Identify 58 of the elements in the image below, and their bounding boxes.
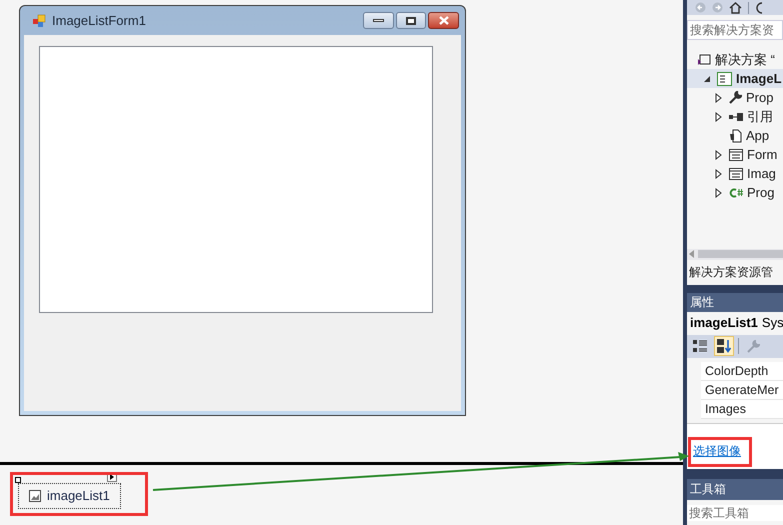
categorized-icon	[693, 340, 707, 353]
component-label: imageList1	[47, 487, 110, 506]
search-field[interactable]: 搜索解决方案资	[687, 20, 783, 40]
config-file-icon	[729, 128, 742, 143]
tree-label: App	[746, 127, 770, 146]
horizontal-scrollbar[interactable]	[687, 248, 783, 260]
tree-item[interactable]: 引用	[687, 107, 783, 126]
maximize-button[interactable]	[396, 12, 426, 29]
highlight-frame	[688, 437, 752, 467]
tree-item[interactable]: Prop	[687, 88, 783, 108]
property-name[interactable]: GenerateMer	[701, 380, 783, 400]
panel-title: 工具箱	[690, 481, 726, 498]
wrench-icon	[746, 340, 760, 353]
selection-handle[interactable]	[15, 477, 21, 483]
toolbar-button[interactable]	[714, 336, 734, 356]
tree-label: Prog	[747, 184, 774, 202]
tree-item[interactable]: Imag	[687, 164, 783, 184]
tray-component[interactable]: imageList1	[18, 483, 121, 509]
tree-item[interactable]: Form	[687, 145, 783, 164]
tree-item[interactable]: ImageL	[687, 69, 783, 88]
close-icon	[438, 16, 450, 25]
property-name[interactable]: ColorDepth	[701, 362, 783, 381]
expand-arrow-icon[interactable]	[715, 112, 722, 122]
tree-label: ImageL	[736, 70, 782, 88]
property-name[interactable]: Images	[701, 400, 783, 419]
close-button[interactable]	[428, 12, 459, 29]
solution-icon	[697, 54, 711, 66]
tree-label: 引用	[747, 108, 773, 126]
panel-title: 属性	[690, 294, 714, 312]
choose-images-link[interactable]: 选择图像	[693, 444, 741, 458]
expand-arrow-icon[interactable]	[715, 92, 722, 103]
form-file-icon	[729, 168, 743, 180]
tree-label: 解决方案 “	[715, 51, 775, 70]
object-type: Sys	[762, 314, 783, 332]
expand-arrow-icon[interactable]	[715, 168, 722, 179]
tree-label: Form	[747, 146, 778, 164]
tree-label: Prop	[746, 89, 774, 108]
search-field[interactable]: 搜索工具箱	[687, 504, 783, 521]
minimize-button[interactable]	[363, 12, 394, 29]
collapse-arrow-icon[interactable]	[703, 74, 711, 83]
csharp-project-icon	[717, 72, 732, 86]
home-icon[interactable]	[729, 2, 742, 14]
form-file-icon	[729, 148, 743, 161]
sort-az-icon	[716, 338, 732, 354]
window-title: ImageListForm1	[52, 12, 147, 30]
scrollbar-thumb[interactable]	[698, 250, 783, 258]
tree-item[interactable]: App	[687, 126, 783, 146]
expand-arrow-icon[interactable]	[715, 150, 722, 160]
tree-label: Imag	[747, 165, 776, 184]
csharp-file-icon	[729, 188, 743, 198]
tree-item[interactable]: Prog	[687, 183, 783, 202]
wrench-icon	[729, 91, 742, 104]
form-app-icon	[32, 14, 48, 28]
expand-arrow-icon[interactable]	[715, 188, 722, 198]
object-name: imageList1	[690, 314, 758, 332]
image-list-icon	[29, 490, 41, 502]
tree-item[interactable]: 解决方案 “	[687, 50, 783, 70]
references-icon	[729, 112, 743, 121]
